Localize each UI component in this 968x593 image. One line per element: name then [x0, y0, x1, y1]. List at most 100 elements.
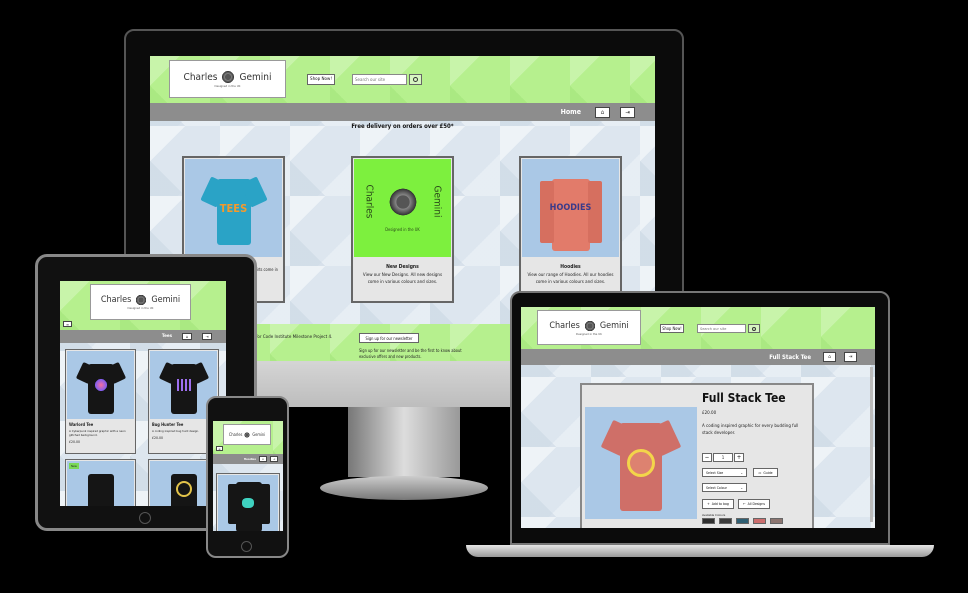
all-designs-button[interactable]: ← All Designs [738, 499, 770, 509]
product-card-warlord[interactable]: Warlord Tee A Cyberpunk inspired graphic… [65, 349, 136, 454]
desktop-logo[interactable]: Charles Gemini Designed in the UK [169, 60, 286, 98]
newsletter-text: Sign up for our newsletter and be the fi… [359, 348, 462, 359]
login-icon: ⇥ [272, 457, 276, 461]
product-description: A coding inspired graphic for every budd… [702, 424, 799, 437]
newsletter-button[interactable]: Sign up for our newsletter [359, 333, 419, 343]
nav-home-link[interactable]: Home [561, 108, 581, 116]
colour-swatch[interactable] [753, 518, 766, 524]
back-arrow-icon: ← [742, 502, 746, 506]
hoodie-graphic [242, 498, 254, 508]
bag-button[interactable]: ⌂ [595, 106, 610, 118]
desktop-header: Charles Gemini Designed in the UK Shop N… [150, 56, 655, 103]
phone-home-button [241, 541, 252, 552]
bug-hunter-graphic [176, 379, 191, 391]
design-tagline: Designed in the UK [385, 226, 420, 232]
qty-input[interactable]: 1 [713, 453, 733, 462]
product-image: New [67, 461, 134, 506]
qty-decrease-button[interactable]: − [702, 453, 712, 462]
card-desc: View our range of Hoodies. All our hoodi… [527, 273, 614, 286]
category-card-new-designs[interactable]: Charles Gemini Designed in the UK New De… [351, 156, 454, 303]
login-button[interactable]: ⇥ [202, 333, 212, 340]
emblem-icon [221, 70, 236, 84]
brand-left: Charles [183, 71, 218, 83]
search-button[interactable] [409, 74, 422, 85]
sale-badge: New [69, 463, 79, 469]
tees-graphic: TEES [219, 201, 248, 215]
login-button[interactable]: ⇥ [844, 352, 857, 362]
shop-now-button[interactable]: Shop Now! [660, 324, 684, 333]
delivery-banner: Free delivery on orders over £50* [351, 123, 454, 130]
warlord-graphic [93, 378, 108, 392]
desktop-navbar: Home ⌂ ⇥ [150, 103, 655, 121]
tablet-logo[interactable]: Charles Gemini Designed in the UK [90, 284, 191, 320]
emblem-icon [583, 319, 596, 332]
nav-product-link[interactable]: Full Stack Tee [769, 354, 811, 361]
nav-tees-link[interactable]: Tees [162, 334, 172, 339]
phone-logo[interactable]: Charles Gemini [223, 424, 271, 445]
product-name: Warlord Tee [69, 422, 94, 427]
size-select[interactable]: Select Size ⌄ [702, 468, 747, 477]
monitor-stand-neck [348, 407, 460, 477]
brand-right: Gemini [239, 71, 272, 83]
product-card-3[interactable]: New [65, 459, 136, 506]
bag-button[interactable]: ⌂ [823, 352, 836, 362]
hoodies-graphic: HOODIES [549, 203, 592, 213]
hoodie-image: HOODIES [522, 159, 619, 257]
colour-select-value: Select Colour [706, 485, 727, 490]
menu-toggle[interactable]: ≡ [216, 446, 223, 451]
full-stack-graphic [627, 449, 655, 477]
search-icon [752, 326, 756, 331]
monitor-stand-base [320, 476, 488, 500]
emblem-icon [389, 184, 418, 219]
card-desc: View our New Designs. All new designs co… [362, 273, 443, 286]
phone-header: Charles Gemini ≡ [213, 421, 283, 454]
search-button[interactable] [748, 324, 760, 333]
brand-left: Charles [228, 432, 243, 437]
search-input[interactable] [697, 324, 746, 333]
laptop-logo[interactable]: Charles Gemini Designed in the UK [537, 310, 641, 345]
tablet-header: Charles Gemini Designed in the UK ≡ [60, 281, 226, 330]
search-icon [413, 77, 418, 82]
phone-product-card[interactable] [216, 473, 280, 531]
login-icon: ⇥ [205, 334, 209, 339]
hoodie-image [218, 475, 278, 531]
category-card-hoodies[interactable]: HOODIES Hoodies View our range of Hoodie… [519, 156, 622, 303]
tablet-home-button [139, 512, 151, 524]
tagline: Designed in the UK [576, 331, 602, 336]
hamburger-icon: ≡ [65, 321, 69, 327]
colour-swatch[interactable] [719, 518, 732, 524]
chevron-down-icon: ⌄ [740, 485, 743, 490]
size-guide-label: Guide [763, 470, 773, 475]
size-guide-button[interactable]: ▭ Guide [753, 468, 778, 477]
laptop-base [466, 545, 934, 557]
qty-increase-button[interactable]: + [734, 453, 744, 462]
product-price: £20.00 [702, 411, 717, 416]
bag-button[interactable]: ⌂ [259, 456, 267, 462]
colour-swatch[interactable] [736, 518, 749, 524]
add-to-bag-button[interactable]: + Add to bag [702, 499, 734, 509]
search-input[interactable] [352, 74, 407, 85]
laptop-scrollbar[interactable] [870, 367, 873, 522]
available-colours-label: Available Colours [702, 513, 726, 517]
size-select-value: Select Size [706, 470, 724, 475]
all-designs-label: All Designs [747, 502, 766, 506]
laptop-header: Charles Gemini Designed in the UK Shop N… [521, 307, 875, 349]
product-price: £20.00 [69, 440, 81, 444]
hamburger-icon: ≡ [218, 446, 221, 451]
menu-toggle[interactable]: ≡ [63, 321, 72, 327]
login-button[interactable]: ⇥ [620, 106, 635, 118]
add-to-bag-label: Add to bag [711, 502, 729, 506]
bag-icon: ⌂ [600, 108, 605, 116]
shop-now-button[interactable]: Shop Now! [307, 74, 335, 85]
login-button[interactable]: ⇥ [270, 456, 278, 462]
colour-swatch[interactable] [702, 518, 715, 524]
bag-icon: ⌂ [262, 457, 264, 461]
colour-select[interactable]: Select Colour ⌄ [702, 483, 747, 492]
bag-icon: ⌂ [828, 354, 831, 360]
bag-button[interactable]: ⌂ [182, 333, 192, 340]
nav-hoodies-link[interactable]: Hoodies [244, 457, 256, 461]
ruler-icon: ▭ [758, 470, 762, 475]
colour-swatch[interactable] [770, 518, 783, 524]
laptop-navbar: Full Stack Tee ⌂ ⇥ [521, 349, 875, 365]
colour-swatches [702, 518, 783, 524]
